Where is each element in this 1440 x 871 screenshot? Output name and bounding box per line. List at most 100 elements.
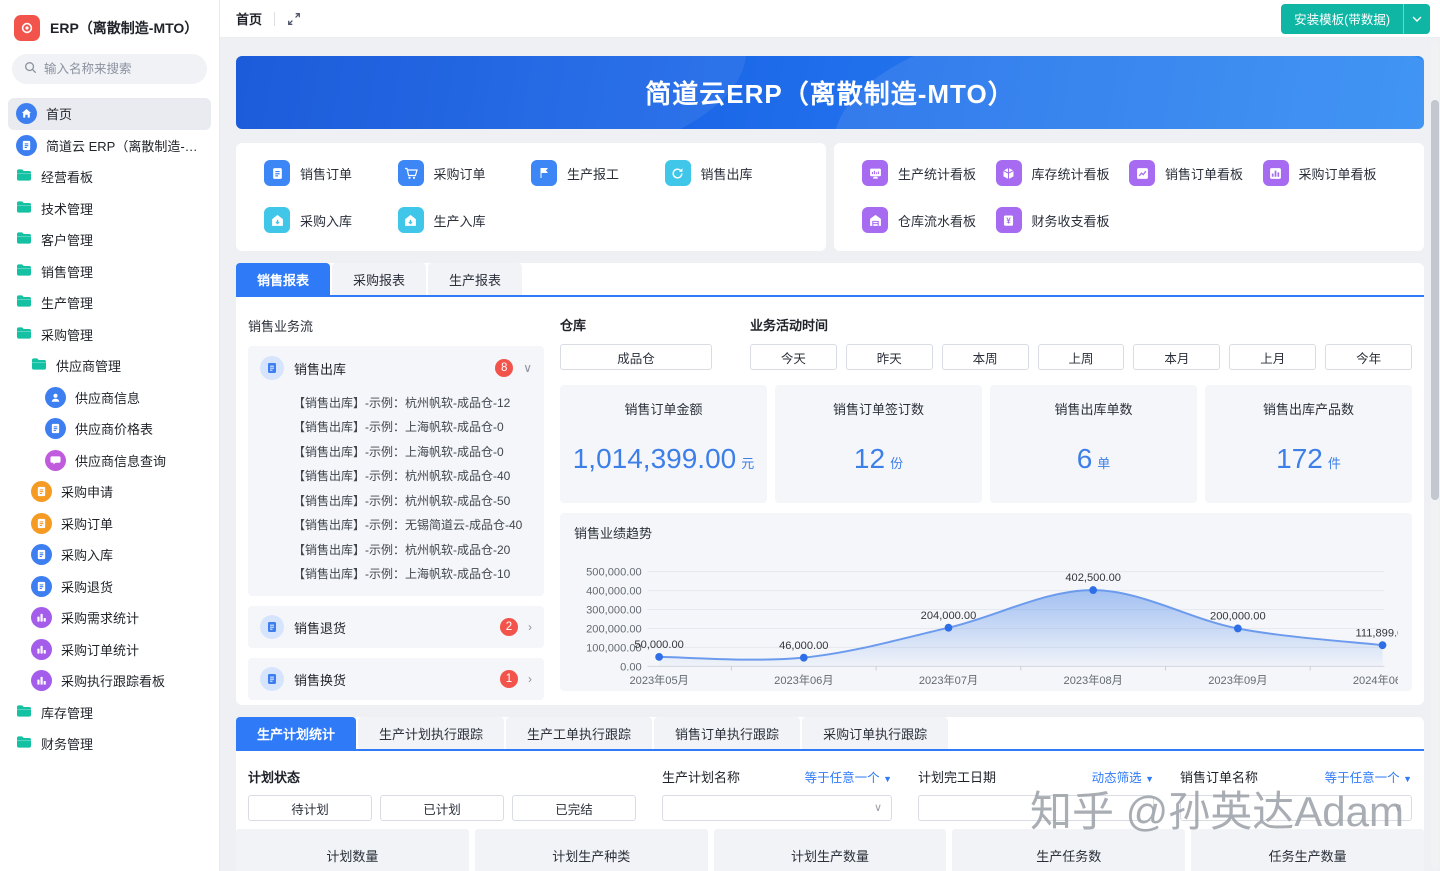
chevron-down-icon[interactable]: ∨ [523, 361, 532, 375]
home-icon [16, 103, 37, 124]
status-button-pending[interactable]: 待计划 [248, 795, 372, 821]
quick-link-production-stats-board[interactable]: 生产统计看板 [862, 160, 996, 186]
sales-order-name-select[interactable]: ∨ [1180, 795, 1412, 821]
chevron-down-icon[interactable] [1403, 4, 1430, 34]
topbar-tab-home[interactable]: 首页 [236, 9, 262, 28]
tab-purchase-order-execution-tracking[interactable]: 采购订单执行跟踪 [802, 717, 948, 749]
plan-name-filter: 生产计划名称 等于任意一个 ▼ ∨ [662, 765, 892, 821]
warehouse-in-icon [398, 207, 424, 233]
flow-panel-header[interactable]: 销售换货 1 › [248, 658, 544, 700]
flow-panel-sales-return: 销售退货 2 › [248, 606, 544, 648]
time-button-last-month[interactable]: 上月 [1229, 344, 1316, 370]
flow-list-item[interactable]: 【销售出库】-示例：无锡简道云-成品仓-40 [293, 513, 534, 538]
fullscreen-icon[interactable] [287, 12, 301, 26]
flow-list-item[interactable]: 【销售出库】-示例：上海帆软-成品仓-0 [293, 439, 534, 464]
quick-link-purchase-order[interactable]: 采购订单 [398, 160, 532, 186]
chevron-right-icon[interactable]: › [528, 672, 532, 686]
metric-task-count: 生产任务数 [952, 829, 1185, 871]
topbar: 首页 安装模板(带数据) [220, 0, 1440, 38]
sales-order-name-operator[interactable]: 等于任意一个 ▼ [1325, 767, 1412, 786]
tab-sales-order-execution-tracking[interactable]: 销售订单执行跟踪 [654, 717, 800, 749]
sales-trend-chart: 销售业绩趋势 0.00100,000.00200,000.00300,000.0… [560, 513, 1412, 691]
flow-panel-header[interactable]: 销售出库 8 ∨ [248, 346, 544, 390]
sidebar-item-sales-mgmt[interactable]: 销售管理 [8, 256, 211, 288]
bar-chart-icon [31, 607, 52, 628]
sidebar-item-purchase-mgmt[interactable]: 采购管理 [8, 319, 211, 351]
flow-list-item[interactable]: 【销售出库】-示例：上海帆软-成品仓-10 [293, 562, 534, 587]
quick-link-purchase-inbound[interactable]: 采购入库 [264, 207, 398, 233]
quick-link-production-inbound[interactable]: 生产入库 [398, 207, 532, 233]
quick-link-purchase-order-board[interactable]: 采购订单看板 [1263, 160, 1397, 186]
install-template-button[interactable]: 安装模板(带数据) [1281, 4, 1430, 34]
plan-status-filter: 计划状态 待计划 已计划 已完结 [248, 765, 636, 821]
flow-list-item[interactable]: 【销售出库】-示例：杭州帆软-成品仓-50 [293, 488, 534, 513]
sidebar-item-home[interactable]: 首页 [8, 98, 211, 130]
document-icon [260, 615, 284, 639]
folder-icon [16, 294, 32, 311]
time-button-last-week[interactable]: 上周 [1038, 344, 1125, 370]
sidebar-item-business-board[interactable]: 经营看板 [8, 161, 211, 193]
svg-text:2023年07月: 2023年07月 [919, 673, 978, 687]
flow-list-item[interactable]: 【销售出库】-示例：杭州帆软-成品仓-20 [293, 537, 534, 562]
sidebar-item-erp-app[interactable]: 简道云 ERP（离散制造-MTO） [8, 130, 211, 162]
sidebar-item-purchase-return[interactable]: 采购退货 [8, 571, 211, 603]
svg-text:2023年09月: 2023年09月 [1208, 673, 1267, 687]
svg-text:500,000.00: 500,000.00 [586, 566, 642, 578]
plan-name-select[interactable]: ∨ [662, 795, 892, 821]
sidebar-search[interactable] [12, 54, 207, 84]
sidebar-item-supplier-query[interactable]: 供应商信息查询 [8, 445, 211, 477]
quick-link-warehouse-flow-board[interactable]: 仓库流水看板 [862, 207, 996, 233]
sidebar-item-purchase-order-stats[interactable]: 采购订单统计 [8, 634, 211, 666]
sidebar-item-purchase-inbound[interactable]: 采购入库 [8, 539, 211, 571]
sidebar-item-production-mgmt[interactable]: 生产管理 [8, 287, 211, 319]
svg-text:2023年05月: 2023年05月 [629, 673, 688, 687]
tab-plan-execution-tracking[interactable]: 生产计划执行跟踪 [358, 717, 504, 749]
sidebar-item-finance-mgmt[interactable]: 财务管理 [8, 728, 211, 760]
flow-list-item[interactable]: 【销售出库】-示例：杭州帆软-成品仓-12 [293, 390, 534, 415]
svg-text:0.00: 0.00 [620, 661, 642, 673]
plan-finish-date-operator[interactable]: 动态筛选 ▼ [1092, 767, 1154, 786]
tab-purchase-report[interactable]: 采购报表 [332, 263, 426, 295]
quick-link-inventory-stats-board[interactable]: 库存统计看板 [996, 160, 1130, 186]
sidebar-item-purchase-request[interactable]: 采购申请 [8, 476, 211, 508]
quick-link-sales-outbound[interactable]: 销售出库 [665, 160, 799, 186]
sidebar-item-inventory-mgmt[interactable]: 库存管理 [8, 697, 211, 729]
plan-name-operator[interactable]: 等于任意一个 ▼ [805, 767, 892, 786]
svg-text:¥: ¥ [1006, 216, 1011, 225]
sidebar-item-supplier-mgmt[interactable]: 供应商管理 [8, 350, 211, 382]
scrollbar-thumb[interactable] [1431, 100, 1439, 500]
quick-link-sales-order[interactable]: 销售订单 [264, 160, 398, 186]
plan-finish-date-input[interactable] [918, 795, 1154, 821]
quick-link-finance-board[interactable]: ¥财务收支看板 [996, 207, 1130, 233]
sidebar-item-purchase-tracking-board[interactable]: 采购执行跟踪看板 [8, 665, 211, 697]
tab-production-report[interactable]: 生产报表 [428, 263, 522, 295]
warehouse-button[interactable]: 成品仓 [560, 344, 712, 370]
flow-list-item[interactable]: 【销售出库】-示例：杭州帆软-成品仓-40 [293, 464, 534, 489]
flow-panel-sales-exchange: 销售换货 1 › [248, 658, 544, 700]
time-button-this-week[interactable]: 本周 [942, 344, 1029, 370]
sidebar-item-purchase-demand-stats[interactable]: 采购需求统计 [8, 602, 211, 634]
sidebar-item-customer-mgmt[interactable]: 客户管理 [8, 224, 211, 256]
trend-line-chart: 0.00100,000.00200,000.00300,000.00400,00… [574, 544, 1398, 694]
sidebar-item-supplier-info[interactable]: 供应商信息 [8, 382, 211, 414]
time-button-this-year[interactable]: 今年 [1325, 344, 1412, 370]
sidebar-item-purchase-order[interactable]: 采购订单 [8, 508, 211, 540]
status-button-finished[interactable]: 已完结 [512, 795, 636, 821]
time-button-yesterday[interactable]: 昨天 [846, 344, 933, 370]
status-button-planned[interactable]: 已计划 [380, 795, 504, 821]
folder-icon [16, 168, 32, 185]
time-button-this-month[interactable]: 本月 [1133, 344, 1220, 370]
flow-panel-header[interactable]: 销售退货 2 › [248, 606, 544, 648]
count-badge: 8 [495, 359, 513, 377]
chevron-right-icon[interactable]: › [528, 620, 532, 634]
tab-production-plan-stats[interactable]: 生产计划统计 [236, 717, 356, 749]
tab-sales-report[interactable]: 销售报表 [236, 263, 330, 295]
flow-list-item[interactable]: 【销售出库】-示例：上海帆软-成品仓-0 [293, 415, 534, 440]
sidebar-item-supplier-pricelist[interactable]: 供应商价格表 [8, 413, 211, 445]
quick-link-sales-order-board[interactable]: 销售订单看板 [1129, 160, 1263, 186]
tab-workorder-execution-tracking[interactable]: 生产工单执行跟踪 [506, 717, 652, 749]
search-input[interactable] [44, 62, 195, 76]
sidebar-item-tech-mgmt[interactable]: 技术管理 [8, 193, 211, 225]
time-button-today[interactable]: 今天 [750, 344, 837, 370]
quick-link-production-report[interactable]: 生产报工 [531, 160, 665, 186]
